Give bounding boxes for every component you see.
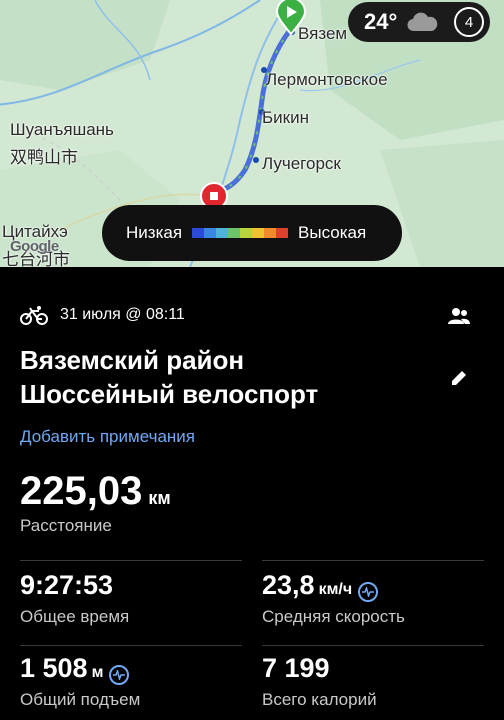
elevation-label: Общий подъем <box>20 690 141 709</box>
elevation-legend: Низкая Высокая <box>102 205 402 261</box>
distance-label: Расстояние <box>20 516 112 535</box>
distance-unit: км <box>148 488 171 508</box>
divider <box>20 645 242 646</box>
map-label-lermontovskoe: Лермонтовское <box>266 70 388 89</box>
start-pin-icon <box>275 0 307 36</box>
edit-pencil-icon[interactable] <box>450 369 468 387</box>
pulse-chart-icon[interactable] <box>358 582 379 602</box>
map-label-shuanyashan-ru: Шуанъяшань <box>10 120 114 139</box>
elevation-unit: м <box>91 664 104 681</box>
google-logo: Google <box>10 238 59 255</box>
legend-gradient-bar <box>192 228 289 238</box>
calories-value: 7 199 <box>262 653 330 683</box>
activity-title: Вяземский район Шоссейный велоспорт <box>20 343 318 411</box>
elevation-stat[interactable]: 1 508 м Общий подъем <box>20 653 140 710</box>
activity-date: 31 июля @ 08:11 <box>60 306 185 323</box>
avg-speed-stat[interactable]: 23,8 км/ч Средняя скорость <box>262 570 405 627</box>
distance-value: 225,03 <box>20 469 143 513</box>
avg-speed-unit: км/ч <box>318 581 353 598</box>
total-time-stat: 9:27:53 Общее время <box>20 570 129 627</box>
calories-label: Всего калорий <box>262 690 377 709</box>
activity-title-line1: Вяземский район <box>20 345 245 375</box>
pulse-chart-icon[interactable] <box>109 665 130 685</box>
activity-meta: 31 июля @ 08:11 <box>20 305 185 325</box>
activity-panel: 31 июля @ 08:11 Вяземский район Шоссейны… <box>0 267 504 720</box>
legend-low-label: Низкая <box>126 223 183 242</box>
elevation-value: 1 508 <box>20 653 88 683</box>
weather-widget[interactable]: 24° 4 <box>348 2 490 42</box>
weather-badge: 4 <box>454 7 484 37</box>
avg-speed-label: Средняя скорость <box>262 607 405 626</box>
total-time-label: Общее время <box>20 607 130 626</box>
map-label-shuanyashan-cn: 双鸭山市 <box>10 148 78 167</box>
cloud-icon <box>407 12 438 32</box>
calories-stat: 7 199 Всего калорий <box>262 653 377 710</box>
divider <box>262 645 484 646</box>
legend-high-label: Высокая <box>298 223 367 242</box>
avg-speed-value: 23,8 <box>262 570 315 600</box>
people-icon[interactable] <box>448 307 470 325</box>
map-label-bikin: Бикин <box>262 108 309 127</box>
bicycle-icon <box>20 306 48 325</box>
route-map[interactable]: Вязем Лермонтовское Бикин Лучегорск Шуан… <box>0 0 504 267</box>
distance-stat: 225,03 км Расстояние <box>20 469 171 536</box>
divider <box>20 560 242 561</box>
total-time-value: 9:27:53 <box>20 570 114 600</box>
weather-temperature: 24° <box>364 9 398 34</box>
activity-title-line2: Шоссейный велоспорт <box>20 379 319 409</box>
add-notes-link[interactable]: Добавить примечания <box>20 427 195 447</box>
divider <box>262 560 484 561</box>
map-label-luchegorsk: Лучегорск <box>262 154 341 173</box>
